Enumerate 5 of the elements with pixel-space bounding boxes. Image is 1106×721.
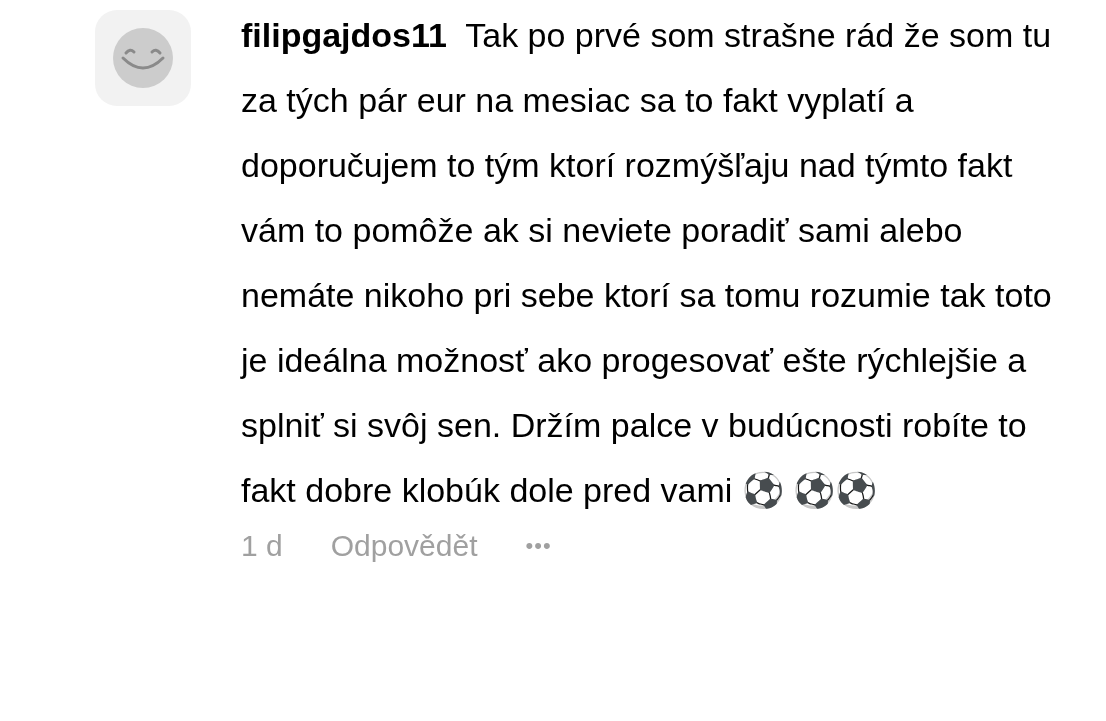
timestamp: 1 d (241, 528, 283, 564)
more-button[interactable]: ••• (525, 529, 552, 562)
comment-text: filipgajdos11 Tak po prvé som strašne rád že som tu za tých pár eur na mesiac sa to fakt vyplatí a doporučujem to tým ktorí rozmýšľaju nad týmto fakt vám to pomôže ak si neviete poradiť sami alebo nemáte nikoho pri sebe ktorí sa tomu rozumie tak toto je ideálna možnosť ako progesovať ešte rýchlejšie a splniť si svôj sen. Držím palce v budúcnosti robíte to fakt dobre klobúk dole pred vami ⚽ ⚽⚽ (241, 15, 1053, 511)
smiley-face-icon (113, 28, 173, 88)
reply-link[interactable]: Odpovědět (330, 523, 478, 568)
